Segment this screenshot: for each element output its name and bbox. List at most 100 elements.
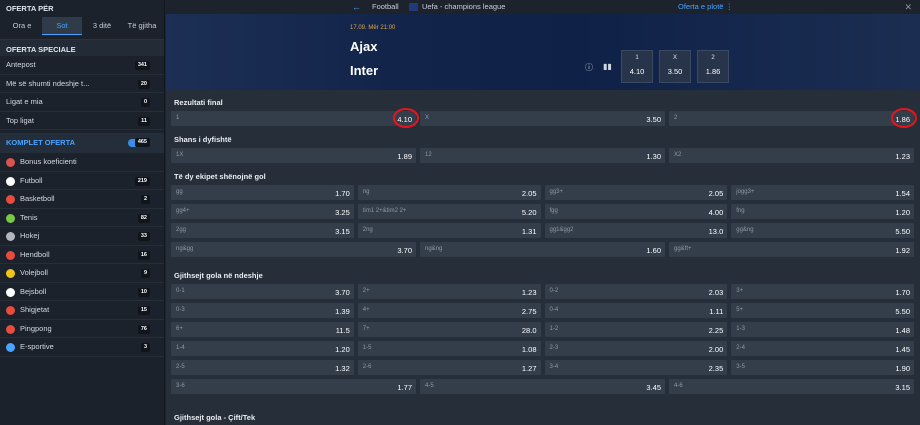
odd-label: 2ng bbox=[362, 227, 373, 233]
odd-cell[interactable]: 3-6 1.77 bbox=[171, 379, 416, 394]
sport-item[interactable]: E-sportive 3 bbox=[0, 338, 164, 357]
back-arrow-icon[interactable]: ← bbox=[352, 0, 361, 14]
odd-cell[interactable]: 1 4.10 bbox=[171, 108, 419, 128]
full-offer-link[interactable]: Oferta e plotë ⋮ bbox=[678, 0, 733, 14]
odd-cell[interactable]: 3-5 1.90 bbox=[731, 360, 914, 375]
odd-cell[interactable]: 2-6 1.27 bbox=[357, 360, 541, 375]
odd-value: 1.54 bbox=[895, 188, 910, 198]
odd-label: 12 bbox=[425, 152, 432, 158]
special-item[interactable]: Ligat e mia 0 bbox=[0, 93, 164, 112]
odd-label: 4-6 bbox=[674, 383, 683, 389]
odd-cell[interactable]: gg&ft+ 1.92 bbox=[669, 242, 914, 257]
odd-cell[interactable]: 3-4 2.35 bbox=[544, 360, 728, 375]
odd-cell[interactable]: 7+ 28.0 bbox=[357, 322, 541, 337]
odd-label: ng&ng bbox=[425, 246, 443, 252]
odd-label: 0-1 bbox=[176, 288, 185, 294]
odd-cell[interactable]: 4-6 3.15 bbox=[669, 379, 914, 394]
odd-label: fng bbox=[736, 208, 745, 214]
komplet-oferta[interactable]: KOMPLET OFERTA 465 bbox=[0, 133, 164, 153]
odd-cell[interactable]: 2+ 1.23 bbox=[357, 284, 541, 299]
odd-cell[interactable]: fgg 4.00 bbox=[544, 204, 728, 219]
odd-cell[interactable]: ng&ng 1.60 bbox=[420, 242, 665, 257]
tab-te-gjitha[interactable]: Të gjitha bbox=[122, 17, 162, 35]
sport-item[interactable]: Basketboll 2 bbox=[0, 190, 164, 209]
odd-cell[interactable]: gg&ng 5.50 bbox=[731, 223, 914, 238]
odd-cell[interactable]: gg1&gg2 13.0 bbox=[544, 223, 728, 238]
special-item[interactable]: Antepost 341 bbox=[0, 56, 164, 75]
odd-cell[interactable]: 0-4 1.11 bbox=[544, 303, 728, 318]
odd-value: 1.45 bbox=[895, 344, 910, 354]
odd-cell[interactable]: gg3+ 2.05 bbox=[544, 185, 728, 200]
stats-icon[interactable]: ▮▮ bbox=[603, 62, 612, 71]
sport-item[interactable]: Volejboll 9 bbox=[0, 264, 164, 283]
odd-cell[interactable]: 4+ 2.75 bbox=[357, 303, 541, 318]
special-item[interactable]: Top ligat 11 bbox=[0, 112, 164, 130]
tab-ora[interactable]: Ora e bbox=[2, 17, 42, 35]
odd-cell[interactable]: tim1 2+&tim2 2+ 5.20 bbox=[357, 204, 541, 219]
odd-cell[interactable]: 1-5 1.08 bbox=[357, 341, 541, 356]
odd-cell[interactable]: 1-3 1.48 bbox=[731, 322, 914, 337]
odd-cell[interactable]: 0-1 3.70 bbox=[171, 284, 354, 299]
odd-value: 5.50 bbox=[895, 306, 910, 316]
tab-sot[interactable]: Sot bbox=[42, 17, 82, 35]
odd-label: 3+ bbox=[736, 288, 744, 294]
odd-label: 1X bbox=[176, 152, 184, 158]
odd-cell[interactable]: ng&gg 3.70 bbox=[171, 242, 416, 257]
sport-count: 76 bbox=[137, 324, 150, 334]
close-icon[interactable]: ✕ bbox=[904, 0, 912, 14]
sport-item[interactable]: Futboll 219 bbox=[0, 172, 164, 190]
odd-cell[interactable]: gg4+ 3.25 bbox=[171, 204, 354, 219]
odd-cell[interactable]: X2 1.23 bbox=[669, 148, 914, 163]
odd-cell[interactable]: 2gg 3.15 bbox=[171, 223, 354, 238]
odd-cell[interactable]: 6+ 11.5 bbox=[171, 322, 354, 337]
header-odd-x[interactable]: X 3.50 bbox=[659, 50, 691, 83]
special-item-label: Antepost bbox=[6, 60, 36, 69]
sport-item[interactable]: Pingpong 76 bbox=[0, 320, 164, 338]
sport-item[interactable]: Bonus koeficienti bbox=[0, 153, 164, 172]
odd-label: gg bbox=[176, 189, 183, 195]
odd-cell[interactable]: 2 1.86 bbox=[669, 108, 917, 128]
sport-item[interactable]: Bejsboll 10 bbox=[0, 283, 164, 301]
odd-cell[interactable]: 2-4 1.45 bbox=[731, 341, 914, 356]
odd-value: 2.00 bbox=[708, 344, 724, 354]
odd-cell[interactable]: 1X 1.89 bbox=[171, 148, 416, 163]
odd-cell[interactable]: ng 2.05 bbox=[357, 185, 541, 200]
breadcrumb-sport[interactable]: Football bbox=[372, 0, 399, 14]
odd-label: 1 bbox=[176, 115, 180, 121]
odd-cell[interactable]: 2-3 2.00 bbox=[544, 341, 728, 356]
odd-cell[interactable]: 1-2 2.25 bbox=[544, 322, 728, 337]
header-odd-2[interactable]: 2 1.86 bbox=[697, 50, 729, 83]
sport-item[interactable]: Shigjetat 15 bbox=[0, 301, 164, 320]
topbar: ← Football Uefa - champions league Ofert… bbox=[166, 0, 920, 14]
special-item[interactable]: Më së shumti ndeshje t... 20 bbox=[0, 75, 164, 93]
market-block: Shans i dyfishtë 1X 1.89 12 1.30 X2 1.23 bbox=[171, 131, 914, 163]
odd-cell[interactable]: 2ng 1.31 bbox=[357, 223, 541, 238]
odd-value: 5.50 bbox=[895, 226, 910, 236]
odd-cell[interactable]: 5+ 5.50 bbox=[731, 303, 914, 318]
odd-cell[interactable]: 12 1.30 bbox=[420, 148, 665, 163]
odd-label: gg1&gg2 bbox=[549, 227, 574, 233]
odds-row: 6+ 11.5 7+ 28.0 1-2 2.25 1-3 1.48 bbox=[171, 322, 914, 337]
sport-item[interactable]: Tenis 82 bbox=[0, 209, 164, 227]
odd-cell[interactable]: gg 1.70 bbox=[171, 185, 354, 200]
odd-cell[interactable]: 2-5 1.32 bbox=[171, 360, 354, 375]
odd-cell[interactable]: 4-5 3.45 bbox=[420, 379, 665, 394]
sport-item[interactable]: Hendboll 16 bbox=[0, 246, 164, 264]
sport-item[interactable]: Hokej 33 bbox=[0, 227, 164, 246]
odd-cell[interactable]: fng 1.20 bbox=[731, 204, 914, 219]
tab-3-dite[interactable]: 3 ditë bbox=[82, 17, 122, 35]
odd-cell[interactable]: X 3.50 bbox=[420, 111, 665, 126]
info-icon[interactable]: ⓘ bbox=[585, 62, 593, 73]
header-odd-1[interactable]: 1 4.10 bbox=[621, 50, 653, 83]
odds-row: 2gg 3.15 2ng 1.31 gg1&gg2 13.0 gg&ng 5.50 bbox=[171, 223, 914, 238]
sport-label: Shigjetat bbox=[20, 305, 50, 314]
breadcrumb-league[interactable]: Uefa - champions league bbox=[422, 0, 505, 14]
odds-row: 2-5 1.32 2-6 1.27 3-4 2.35 3-5 1.90 bbox=[171, 360, 914, 375]
market-block: Gjithsejt gola në ndeshje 0-1 3.70 2+ 1.23 0-… bbox=[171, 267, 914, 394]
odd-cell[interactable]: 0-3 1.39 bbox=[171, 303, 354, 318]
odd-label: 1-3 bbox=[736, 326, 745, 332]
odd-cell[interactable]: 3+ 1.70 bbox=[731, 284, 914, 299]
odd-cell[interactable]: 0-2 2.03 bbox=[544, 284, 728, 299]
odd-cell[interactable]: 1-4 1.20 bbox=[171, 341, 354, 356]
odd-cell[interactable]: jogg3+ 1.54 bbox=[731, 185, 914, 200]
